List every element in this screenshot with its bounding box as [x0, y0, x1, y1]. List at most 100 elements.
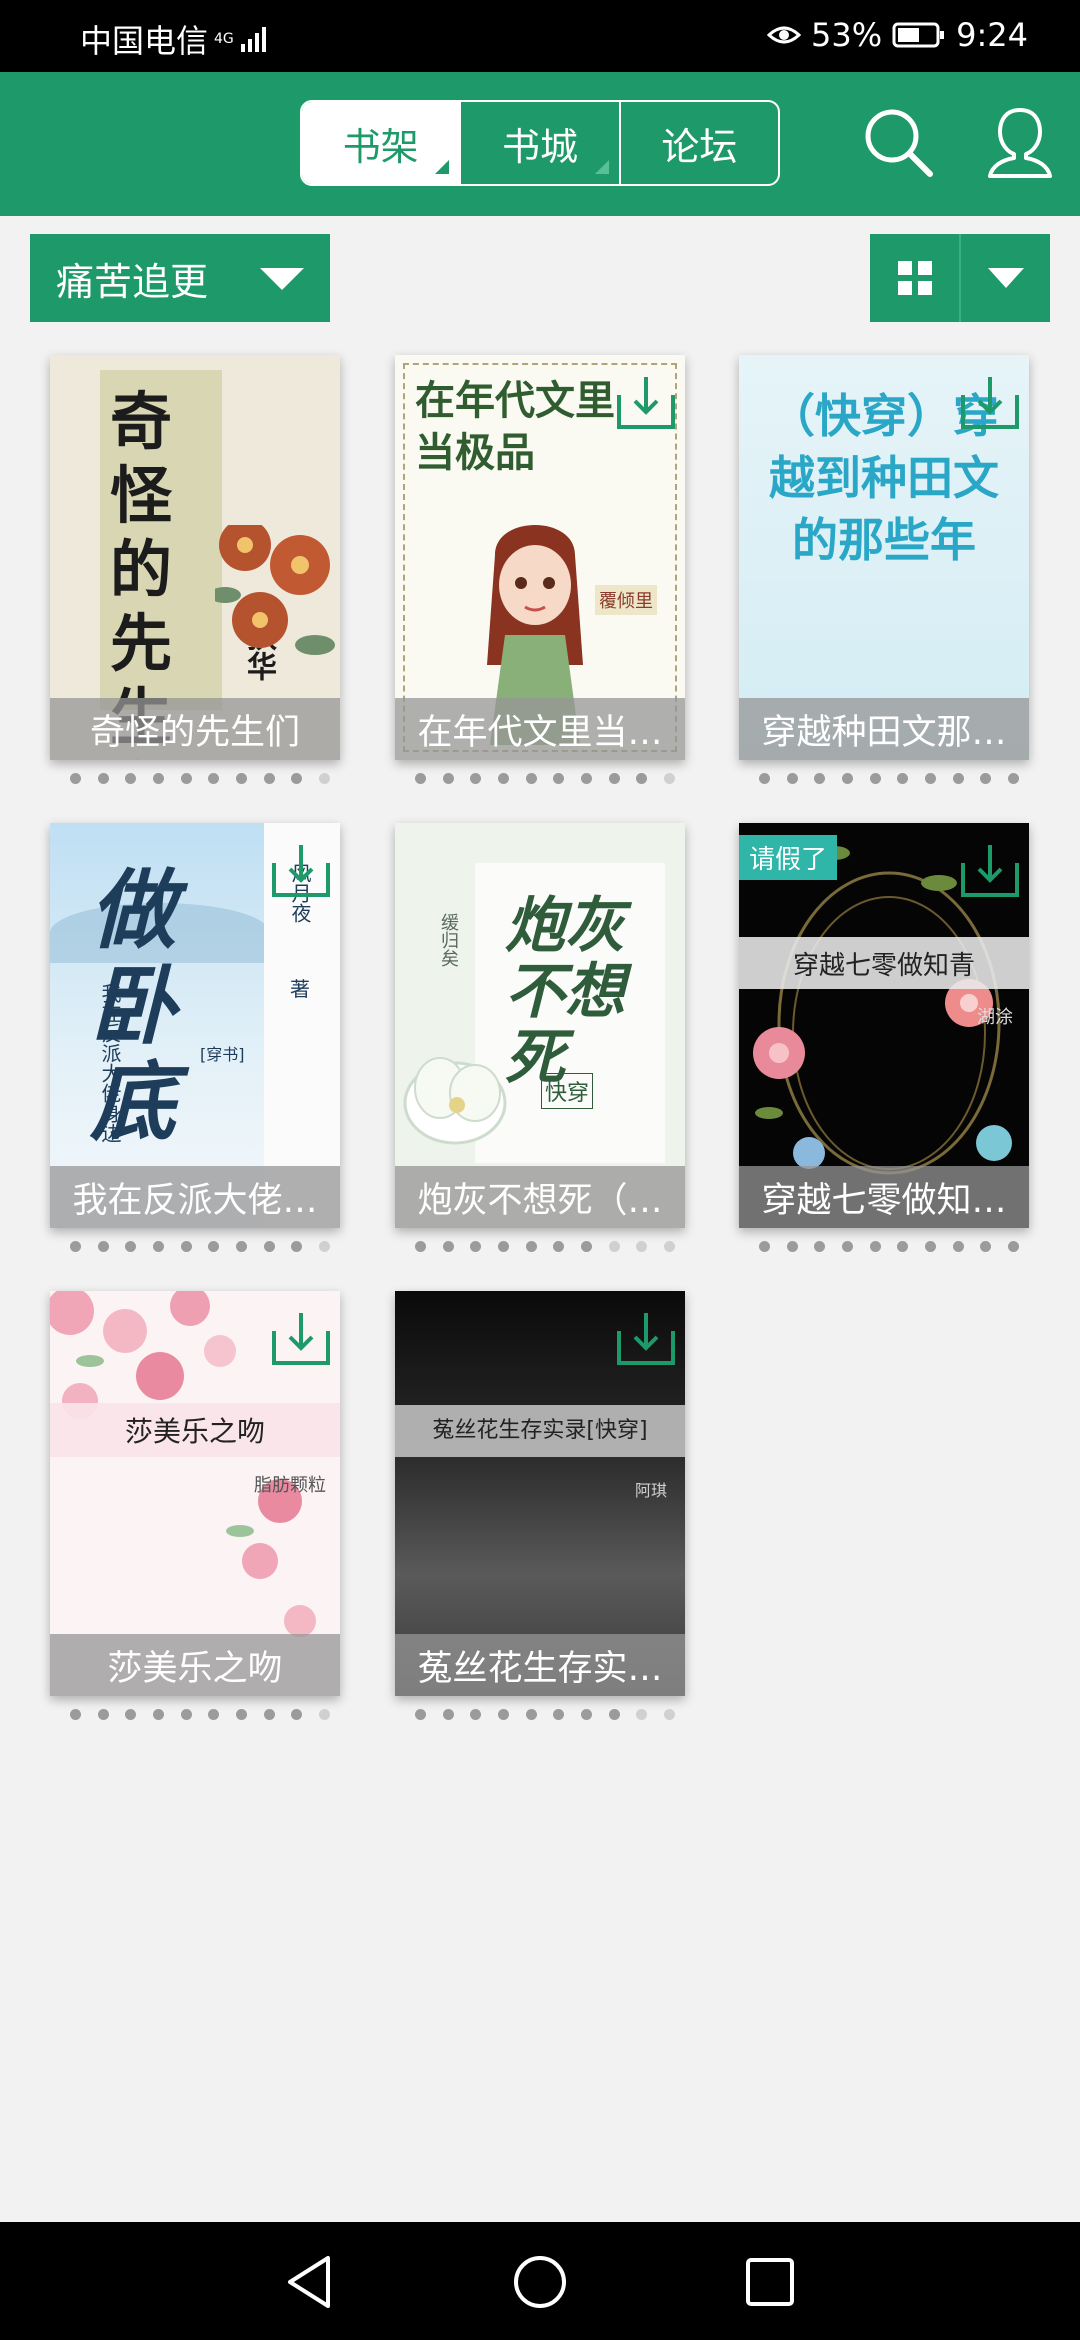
progress-dot [759, 1241, 770, 1252]
progress-dot [470, 1709, 482, 1720]
download-icon [961, 845, 1019, 897]
progress-dot [152, 1241, 164, 1252]
progress-dot [841, 1241, 853, 1252]
progress-dot [525, 773, 537, 784]
reading-progress [415, 773, 675, 787]
progress-dot [636, 1709, 648, 1720]
tab-label: 论坛 [661, 124, 738, 169]
reading-progress [70, 1709, 330, 1723]
progress-dot [952, 773, 964, 784]
progress-dot [663, 1709, 675, 1720]
tab-bookstore[interactable]: 书城 [461, 102, 621, 184]
progress-dot [1007, 773, 1019, 784]
progress-dot [70, 1709, 81, 1720]
reading-progress [70, 1241, 330, 1255]
system-nav-bar [0, 2222, 1080, 2340]
progress-dot [553, 1709, 565, 1720]
user-profile-icon[interactable] [980, 102, 1060, 182]
progress-dot [869, 1241, 881, 1252]
view-mode-toggle[interactable] [870, 234, 1050, 322]
progress-dot [525, 1709, 537, 1720]
progress-dot [125, 773, 137, 784]
book-card[interactable]: 请假了 穿越七零做知青 湖涂 穿越七零做知… [739, 823, 1029, 1228]
book-card[interactable]: 在年代文里当极品 覆倾里 在年代文里当… [395, 355, 685, 760]
reading-progress [759, 773, 1019, 787]
progress-dot [814, 1241, 826, 1252]
progress-dot [497, 1241, 509, 1252]
book-title: 穿越种田文那… [739, 698, 1029, 760]
flower-illustration [403, 1057, 507, 1145]
home-icon[interactable] [510, 2252, 570, 2312]
battery-icon [892, 22, 945, 48]
cover-badge: 请假了 [739, 835, 838, 880]
progress-dot [70, 773, 81, 784]
progress-dot [636, 773, 648, 784]
section-tabs: 书架 书城 论坛 [300, 100, 780, 186]
back-icon[interactable] [280, 2252, 340, 2312]
book-card[interactable]: 莎美乐之吻 脂肪颗粒 莎美乐之吻 [50, 1291, 340, 1696]
book-card[interactable]: 做卧底 我在反派大佬身边 [穿书] 风月夜 著 我在反派大佬… [50, 823, 340, 1228]
tab-forum[interactable]: 论坛 [621, 102, 778, 184]
view-options-button[interactable] [961, 234, 1050, 322]
book-title: 莎美乐之吻 [50, 1634, 340, 1696]
progress-dot [814, 773, 826, 784]
progress-dot [924, 773, 936, 784]
cover-title: 菟丝花生存实录[快穿] [395, 1405, 685, 1457]
grid-view-button[interactable] [870, 234, 961, 322]
progress-dot [318, 1241, 330, 1252]
progress-dot [180, 1709, 192, 1720]
progress-dot [97, 1709, 109, 1720]
cover-tag: [穿书] [200, 1045, 245, 1064]
progress-dot [952, 1241, 964, 1252]
search-icon[interactable] [858, 102, 938, 182]
progress-dot [152, 773, 164, 784]
tab-label: 书架 [342, 124, 419, 169]
progress-dot [663, 1241, 675, 1252]
book-card[interactable]: 缓归矣 炮灰不想死 快穿 炮灰不想死（… [395, 823, 685, 1228]
cover-author-suffix: 著 [290, 977, 310, 1001]
tab-corner-icon [594, 160, 609, 174]
chevron-down-icon [987, 268, 1024, 288]
cover-author: 湖涂 [977, 1007, 1013, 1028]
top-bar: 书架 书城 论坛 [0, 72, 1080, 216]
eye-comfort-icon [767, 26, 802, 44]
book-title: 在年代文里当… [395, 698, 685, 760]
cover-title: 莎美乐之吻 [50, 1403, 340, 1457]
cover-subtitle: 我在反派大佬身边 [98, 983, 122, 1143]
shelf-filter-dropdown[interactable]: 痛苦追更 [30, 234, 330, 322]
progress-dot [208, 1709, 220, 1720]
cover-tag: 快穿 [541, 1073, 594, 1109]
progress-dot [442, 773, 454, 784]
network-type: 4G [214, 31, 234, 47]
book-card[interactable]: 菟丝花生存实录[快穿] 阿琪 菟丝花生存实… [395, 1291, 685, 1696]
progress-dot [636, 1241, 648, 1252]
book-card[interactable]: 奇怪的先生们 扶华 奇怪的先生们 [50, 355, 340, 760]
progress-dot [786, 1241, 798, 1252]
filter-label: 痛苦追更 [56, 259, 209, 304]
progress-dot [70, 1241, 81, 1252]
progress-dot [442, 1241, 454, 1252]
tab-bookshelf[interactable]: 书架 [302, 102, 462, 184]
progress-dot [580, 773, 592, 784]
chevron-down-icon [260, 268, 304, 290]
recent-apps-icon[interactable] [740, 2252, 800, 2312]
progress-dot [841, 773, 853, 784]
download-icon [961, 377, 1019, 429]
progress-dot [580, 1241, 592, 1252]
cover-author: 脂肪颗粒 [254, 1475, 326, 1496]
progress-dot [318, 1709, 330, 1720]
book-title: 穿越七零做知… [739, 1166, 1029, 1228]
progress-dot [97, 773, 109, 784]
progress-dot [235, 773, 247, 784]
progress-dot [897, 773, 909, 784]
cover-author: 阿琪 [635, 1481, 668, 1500]
book-card[interactable]: （快穿）穿越到种田文的那些年 穿越种田文那… [739, 355, 1029, 760]
progress-dot [608, 1241, 620, 1252]
carrier-label: 中国电信 [80, 22, 209, 60]
book-title: 菟丝花生存实… [395, 1634, 685, 1696]
progress-dot [980, 1241, 992, 1252]
progress-dot [208, 1241, 220, 1252]
battery-percent: 53% [811, 16, 883, 54]
progress-dot [180, 773, 192, 784]
book-title: 炮灰不想死（… [395, 1166, 685, 1228]
